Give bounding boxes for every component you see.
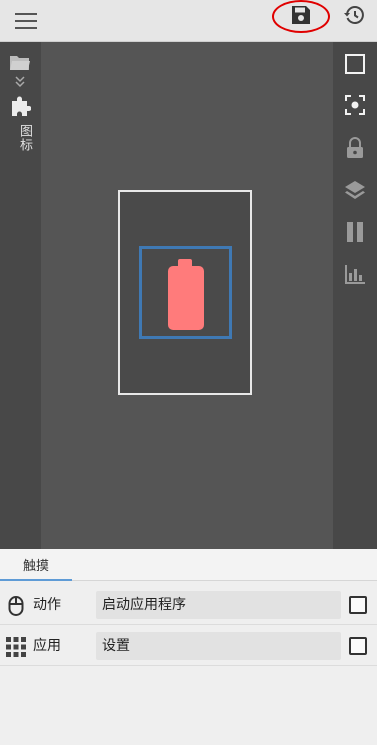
- tab-touch[interactable]: 触摸: [0, 549, 72, 581]
- square-outline-icon: [345, 54, 365, 74]
- app-label: 应用: [33, 638, 61, 654]
- pause-icon: [347, 222, 363, 242]
- lock-icon: [347, 137, 363, 158]
- mouse-icon: [8, 596, 24, 616]
- focus-frame-icon: [345, 95, 365, 115]
- property-row-action: 动作 启动应用程序: [0, 585, 377, 625]
- action-label: 动作: [33, 597, 61, 613]
- bar-chart-icon: [345, 265, 365, 284]
- icon-library-label[interactable]: 图标: [11, 124, 32, 152]
- puzzle-piece-icon: [12, 96, 31, 116]
- action-checkbox[interactable]: [349, 596, 367, 614]
- layers-button[interactable]: [343, 178, 367, 202]
- select-frame-button[interactable]: [343, 52, 367, 76]
- double-chevron-down-icon: [15, 76, 25, 88]
- chart-button[interactable]: [343, 262, 367, 286]
- history-button[interactable]: [333, 0, 375, 36]
- battery-icon-body[interactable]: [168, 266, 204, 330]
- right-sidebar: [333, 42, 377, 549]
- action-value-field[interactable]: 启动应用程序: [96, 591, 341, 619]
- save-button[interactable]: [280, 0, 322, 36]
- app-grid-icon: [6, 637, 26, 657]
- layers-icon: [345, 181, 365, 199]
- floppy-disk-icon: [292, 6, 310, 24]
- icon-library-button[interactable]: [8, 94, 32, 118]
- collapse-button[interactable]: [13, 76, 27, 88]
- history-clock-icon: [344, 6, 364, 24]
- lock-button[interactable]: [343, 136, 367, 160]
- app-checkbox[interactable]: [349, 637, 367, 655]
- folder-icon: [10, 56, 30, 70]
- focus-button[interactable]: [343, 93, 367, 117]
- left-sidebar: [0, 42, 41, 549]
- menu-button[interactable]: [5, 0, 47, 42]
- top-toolbar: [0, 0, 377, 42]
- property-row-app: 应用 设置: [0, 626, 377, 666]
- pause-button[interactable]: [343, 220, 367, 244]
- hamburger-menu-icon: [15, 13, 37, 29]
- open-folder-button[interactable]: [9, 52, 31, 74]
- app-value-field[interactable]: 设置: [96, 632, 341, 660]
